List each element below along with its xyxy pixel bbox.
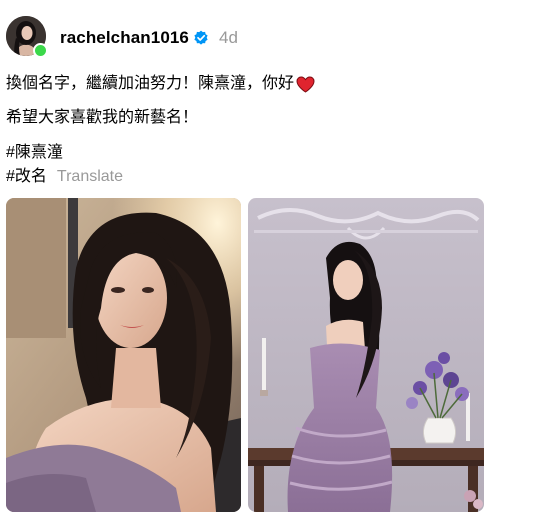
caption-text: 換個名字，繼續加油努力！陳熹潼，你好 bbox=[6, 75, 295, 92]
caption-text: 希望大家喜歡我的新藝名！ bbox=[6, 109, 199, 126]
caption-line-4: #改名 Translate bbox=[6, 166, 123, 188]
online-status-dot bbox=[33, 43, 48, 58]
translate-button[interactable]: Translate bbox=[57, 166, 123, 188]
post-image-1[interactable] bbox=[6, 198, 241, 512]
caption-line-3: #陳熹潼 bbox=[6, 142, 63, 164]
threads-post: rachelchan1016 4d 換個名字，繼續加油努力！陳熹潼，你好 希望大… bbox=[0, 0, 544, 517]
verified-badge-icon bbox=[193, 30, 209, 46]
caption-line-1: 換個名字，繼續加油努力！陳熹潼，你好 bbox=[6, 73, 315, 95]
username-link[interactable]: rachelchan1016 bbox=[60, 28, 189, 48]
post-image-2[interactable] bbox=[248, 198, 484, 512]
hashtag-link[interactable]: #改名 bbox=[6, 166, 47, 188]
caption-line-2: 希望大家喜歡我的新藝名！ bbox=[6, 107, 198, 129]
profile-avatar[interactable] bbox=[6, 16, 48, 58]
hashtag-link[interactable]: #陳熹潼 bbox=[6, 142, 63, 164]
post-header: rachelchan1016 4d bbox=[60, 27, 238, 49]
heart-icon bbox=[296, 75, 315, 93]
post-timestamp[interactable]: 4d bbox=[219, 28, 238, 48]
